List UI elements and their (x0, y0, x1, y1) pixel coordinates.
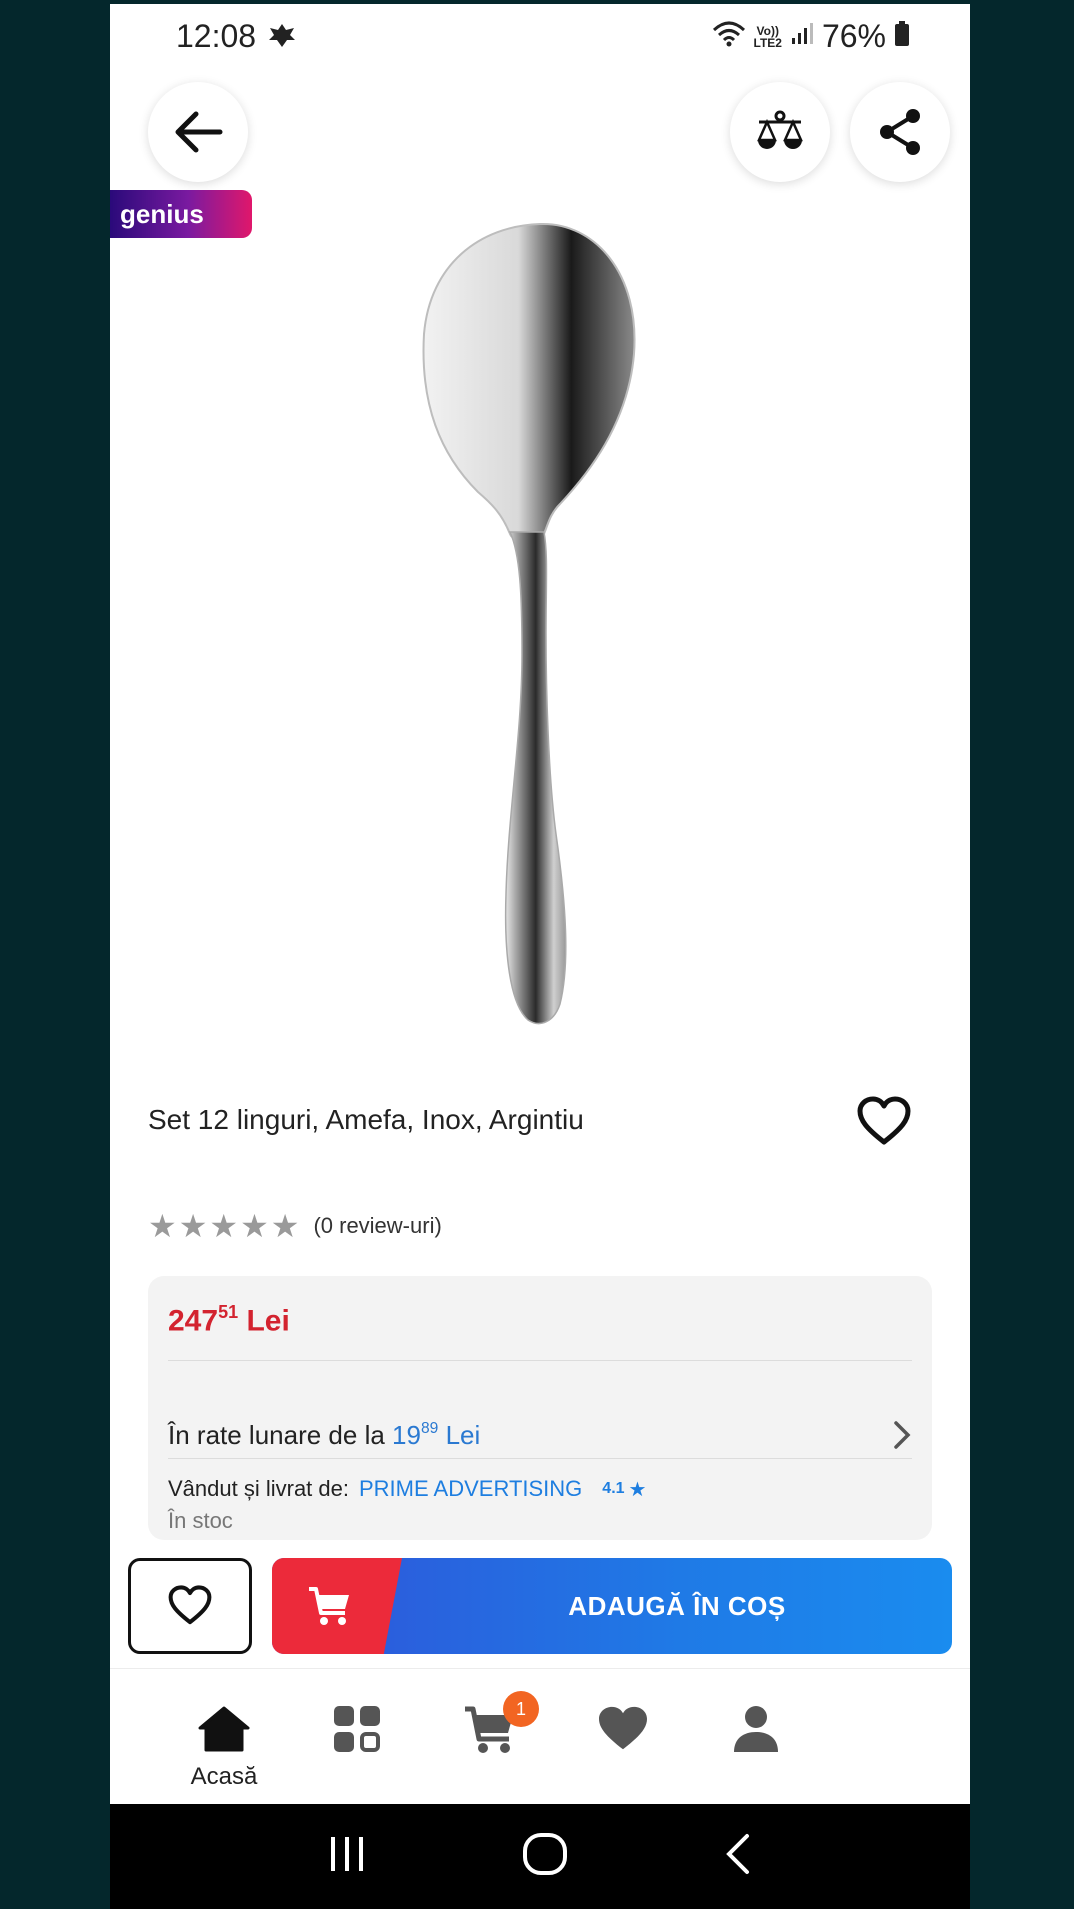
star-icon: ★ (148, 1208, 177, 1244)
installments-integer: 19 (392, 1419, 421, 1450)
recent-apps-button[interactable] (327, 1835, 367, 1878)
network-type: Vo)) LTE2 (754, 25, 782, 49)
product-image[interactable] (410, 214, 650, 1034)
back-system-button[interactable] (723, 1832, 753, 1881)
star-icon: ★ (240, 1208, 269, 1244)
action-bar: ADAUGĂ ÎN COȘ (110, 1544, 970, 1664)
system-navigation-bar (110, 1804, 970, 1909)
nav-home[interactable]: Acasă (164, 1669, 284, 1809)
star-icon: ★ (628, 1478, 647, 1501)
back-button[interactable] (148, 82, 248, 182)
installments-currency: Lei (445, 1419, 481, 1450)
nav-categories[interactable] (297, 1669, 417, 1809)
price: 24751 Lei (168, 1302, 290, 1339)
cart-icon: 1 (463, 1691, 539, 1757)
cart-icon (309, 1587, 349, 1625)
seller-score: 4.1 (602, 1480, 625, 1497)
review-count[interactable]: (0 review-uri) (313, 1213, 441, 1239)
star-icon: ★ (270, 1208, 300, 1244)
stock-status: În stoc (168, 1508, 233, 1533)
chevron-right-icon (894, 1421, 911, 1449)
heart-outline-icon (168, 1585, 212, 1625)
price-integer: 247 (168, 1304, 219, 1338)
nav-home-label: Acasă (190, 1763, 258, 1790)
genius-badge: genius (110, 190, 252, 238)
star-icon: ★ (209, 1208, 239, 1244)
nav-cart[interactable]: 1 (430, 1669, 550, 1809)
signal-icon (790, 22, 814, 51)
installments-row[interactable]: În rate lunare de la 1989 Lei (168, 1392, 912, 1478)
status-icons: Vo)) LTE2 76% (712, 18, 911, 55)
star-icon: ★ (178, 1208, 208, 1244)
installments-decimals: 89 (420, 1419, 439, 1437)
cart-icon-area (272, 1558, 402, 1654)
categories-icon (332, 1701, 382, 1757)
recent-apps-icon (331, 1837, 363, 1871)
add-to-cart-button[interactable]: ADAUGĂ ÎN COȘ (272, 1558, 952, 1654)
home-icon (198, 1701, 250, 1757)
cart-badge: 1 (503, 1691, 539, 1727)
price-decimals: 51 (218, 1302, 239, 1322)
divider (168, 1360, 912, 1361)
lte-label: LTE2 (753, 35, 782, 50)
app-screen: 12:08 Vo)) LTE2 76% genius Set 12 lingur… (110, 4, 970, 1909)
price-currency: Lei (246, 1304, 290, 1338)
battery-level: 76% (821, 18, 886, 54)
battery-icon (894, 21, 910, 52)
price-box: 24751 Lei În rate lunare de la 1989 Lei … (148, 1276, 932, 1540)
rating[interactable]: ★ ★ ★ ★ ★ (0 review-uri) (148, 1210, 442, 1242)
scale-icon (757, 110, 803, 149)
share-button[interactable] (850, 82, 950, 182)
status-bar: 12:08 Vo)) LTE2 76% (110, 4, 970, 70)
arrow-left-icon (175, 111, 223, 153)
home-system-button[interactable] (521, 1832, 569, 1881)
nav-account[interactable] (696, 1669, 816, 1809)
seller-prefix: Vândut și livrat de: (168, 1476, 349, 1501)
divider (168, 1458, 912, 1459)
home-circle-icon (523, 1833, 567, 1875)
bottom-nav: Acasă 1 (110, 1668, 970, 1808)
share-icon (880, 109, 920, 155)
product-title: Set 12 linguri, Amefa, Inox, Argintiu (148, 1104, 584, 1135)
chevron-left-icon (726, 1834, 749, 1874)
seller-row: Vândut și livrat de: PRIME ADVERTISING 4… (168, 1476, 646, 1502)
compare-button[interactable] (730, 82, 830, 182)
nav-favorites[interactable] (563, 1669, 683, 1809)
installments-prefix: În rate lunare de la (168, 1419, 385, 1450)
installments-text: În rate lunare de la 1989 Lei (168, 1420, 480, 1451)
heart-outline-icon[interactable] (856, 1096, 912, 1148)
add-to-favorites-button[interactable] (128, 1558, 252, 1654)
add-to-cart-label: ADAUGĂ ÎN COȘ (568, 1590, 786, 1621)
wifi-icon (712, 20, 746, 53)
installments-amount: 1989 Lei (392, 1420, 480, 1450)
notification-icon (268, 22, 296, 53)
heart-icon (597, 1701, 649, 1757)
account-icon (732, 1701, 780, 1757)
seller-name-link[interactable]: PRIME ADVERTISING (359, 1476, 582, 1502)
clock: 12:08 (176, 18, 257, 54)
